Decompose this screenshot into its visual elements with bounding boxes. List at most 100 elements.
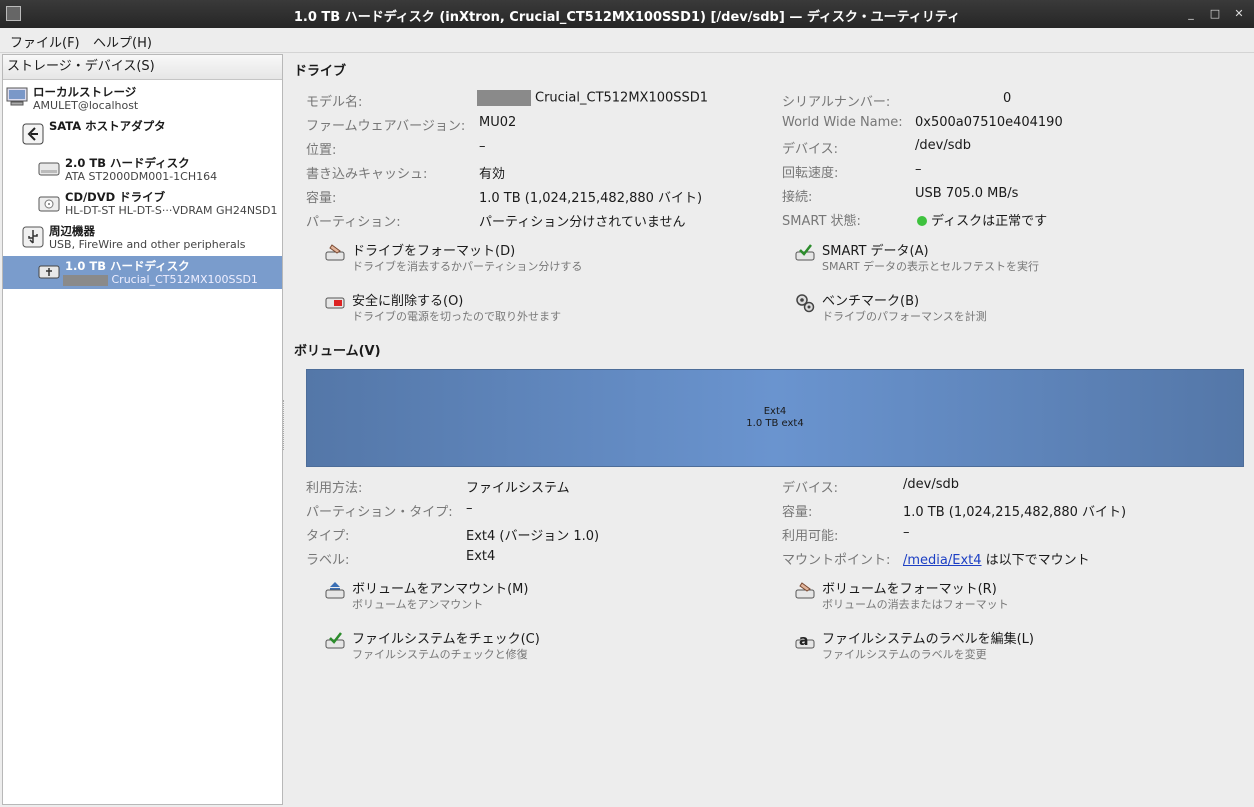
firmware-label: ファームウェアバージョン: [306, 119, 466, 134]
peripherals-icon [22, 226, 44, 248]
minimize-button[interactable]: _ [1184, 7, 1198, 21]
volume-bar-name: Ext4 [763, 406, 787, 417]
wwn-value: 0x500a07510e404190 [915, 115, 1063, 130]
action-title: ボリュームをアンマウント(M) [352, 582, 529, 597]
format-volume-icon [795, 582, 815, 599]
label-label: ラベル: [306, 553, 350, 568]
tree-item-title: 周辺機器 [49, 224, 95, 238]
check-filesystem-button[interactable]: ファイルシステムをチェック(C) ファイルシステムのチェックと修復 [324, 630, 724, 666]
smart-data-icon [795, 244, 815, 261]
firmware-value: MU02 [479, 115, 517, 130]
volume-device-label: デバイス: [782, 481, 838, 496]
safe-remove-button[interactable]: 安全に削除する(O) ドライブの電源を切ったので取り外せます [324, 292, 724, 328]
mount-point-label: マウントポイント: [782, 553, 891, 568]
rotation-label: 回転速度: [782, 166, 839, 181]
computer-icon [6, 87, 28, 106]
serial-value: 0 [1003, 91, 1012, 106]
status-ok-icon [917, 216, 927, 226]
partitioning-value: パーティション分けされていません [479, 215, 686, 230]
smart-status-row: ディスクは正常です [917, 210, 1047, 229]
smart-status-value: ディスクは正常です [931, 214, 1048, 229]
action-subtitle: ドライブを消去するかパーティション分けする [352, 260, 583, 273]
edit-label-icon: a [795, 633, 815, 649]
connection-label: 接続: [782, 190, 813, 205]
tree-item-2tb-harddisk[interactable]: 2.0 TB ハードディスク ATA ST2000DM001-1CH164 [3, 154, 282, 184]
type-label: タイプ: [306, 529, 350, 544]
menu-file[interactable]: ファイル(F) [10, 32, 80, 51]
unmount-icon [325, 582, 345, 599]
format-drive-button[interactable]: ドライブをフォーマット(D) ドライブを消去するかパーティション分けする [324, 242, 724, 278]
tree-item-1tb-harddisk[interactable]: 1.0 TB ハードディスク Crucial_CT512MX100SSD1 [3, 256, 282, 289]
smart-status-label: SMART 状態: [782, 214, 861, 229]
tree-item-cd-dvd-drive[interactable]: CD/DVD ドライブ HL-DT-ST HL-DT-S···VDRAM GH2… [3, 188, 282, 218]
action-subtitle: ボリュームの消去またはフォーマット [822, 598, 1009, 611]
close-button[interactable]: ✕ [1232, 7, 1246, 21]
partitioning-label: パーティション: [306, 215, 401, 230]
mount-point-link[interactable]: /media/Ext4 [903, 553, 982, 568]
check-filesystem-icon [325, 632, 345, 649]
tree-item-title: 2.0 TB ハードディスク [65, 156, 190, 170]
menu-help[interactable]: ヘルプ(H) [93, 32, 152, 51]
tree-item-subtitle-row: Crucial_CT512MX100SSD1 [63, 273, 258, 286]
tree-item-subtitle: ATA ST2000DM001-1CH164 [65, 170, 218, 183]
benchmark-button[interactable]: ベンチマーク(B) ドライブのパフォーマンスを計測 [794, 292, 1194, 328]
model-value-row: Crucial_CT512MX100SSD1 [477, 90, 708, 106]
tree-item-peripherals[interactable]: 周辺機器 USB, FireWire and other peripherals [3, 222, 282, 252]
action-title: ベンチマーク(B) [822, 294, 920, 309]
sidebar-header: ストレージ・デバイス(S) [3, 55, 282, 80]
location-label: 位置: [306, 143, 337, 158]
connection-value: USB 705.0 MB/s [915, 186, 1019, 201]
host-adapter-icon [22, 123, 44, 145]
harddisk-icon [38, 162, 60, 176]
action-subtitle: ドライブの電源を切ったので取り外せます [352, 310, 561, 323]
format-drive-icon [325, 244, 345, 261]
action-title: SMART データ(A) [822, 244, 929, 259]
optical-drive-icon [38, 196, 60, 212]
action-subtitle: ファイルシステムのチェックと修復 [352, 648, 528, 661]
volume-device-value: /dev/sdb [903, 477, 959, 492]
volume-capacity-label: 容量: [782, 505, 813, 520]
available-label: 利用可能: [782, 529, 839, 544]
unmount-volume-button[interactable]: ボリュームをアンマウント(M) ボリュームをアンマウント [324, 580, 724, 616]
rotation-value: – [915, 162, 922, 177]
capacity-label: 容量: [306, 191, 337, 206]
tree-item-local-storage[interactable]: ローカルストレージ AMULET@localhost [3, 83, 282, 113]
action-title: ドライブをフォーマット(D) [352, 244, 516, 259]
drive-section-title: ドライブ [294, 64, 347, 79]
action-title: ファイルシステムをチェック(C) [352, 632, 540, 647]
usb-disk-icon [38, 265, 60, 279]
disk-utility-window: 1.0 TB ハードディスク (inXtron, Crucial_CT512MX… [0, 0, 1254, 807]
action-subtitle: ボリュームをアンマウント [352, 598, 484, 611]
storage-device-tree: ストレージ・デバイス(S) ローカルストレージ AMULET@localhost… [2, 54, 283, 805]
model-label: モデル名: [306, 95, 363, 110]
mount-point-suffix: は以下でマウント [981, 553, 1090, 568]
tree-item-title: SATA ホストアダプタ [49, 119, 166, 133]
details-panel: ドライブ モデル名: Crucial_CT512MX100SSD1 ファームウェ… [284, 54, 1254, 807]
usage-value: ファイルシステム [466, 481, 570, 496]
tree-item-title: CD/DVD ドライブ [65, 190, 166, 204]
tree-item-subtitle: HL-DT-ST HL-DT-S···VDRAM GH24NSD1 [65, 204, 278, 217]
tree-item-subtitle: Crucial_CT512MX100SSD1 [111, 273, 258, 286]
gears-icon [796, 294, 815, 313]
tree-item-sata-host-adapter[interactable]: SATA ホストアダプタ [3, 118, 282, 148]
action-subtitle: SMART データの表示とセルフテストを実行 [822, 260, 1040, 273]
action-subtitle: ファイルシステムのラベルを変更 [822, 648, 987, 661]
maximize-button[interactable]: □ [1208, 7, 1222, 21]
format-volume-button[interactable]: ボリュームをフォーマット(R) ボリュームの消去またはフォーマット [794, 580, 1194, 616]
tree-item-title: 1.0 TB ハードディスク [65, 259, 190, 273]
partition-type-value: – [466, 501, 473, 516]
redacted-block [63, 274, 108, 286]
device-value: /dev/sdb [915, 138, 971, 153]
window-title: 1.0 TB ハードディスク (inXtron, Crucial_CT512MX… [293, 10, 961, 25]
wwn-label: World Wide Name: [782, 115, 903, 130]
power-off-drive-icon [325, 297, 345, 309]
tree-item-subtitle: AMULET@localhost [33, 99, 139, 112]
volume-partition-bar[interactable]: Ext4 1.0 TB ext4 [306, 369, 1244, 467]
tree-item-subtitle: USB, FireWire and other peripherals [49, 238, 246, 251]
location-value: – [479, 139, 486, 154]
edit-label-button[interactable]: a ファイルシステムのラベルを編集(L) ファイルシステムのラベルを変更 [794, 630, 1194, 666]
smart-data-button[interactable]: SMART データ(A) SMART データの表示とセルフテストを実行 [794, 242, 1194, 278]
write-cache-label: 書き込みキャッシュ: [306, 167, 428, 182]
mount-point-value-row: /media/Ext4 は以下でマウント [903, 549, 1090, 568]
title-bar[interactable]: 1.0 TB ハードディスク (inXtron, Crucial_CT512MX… [0, 0, 1254, 28]
